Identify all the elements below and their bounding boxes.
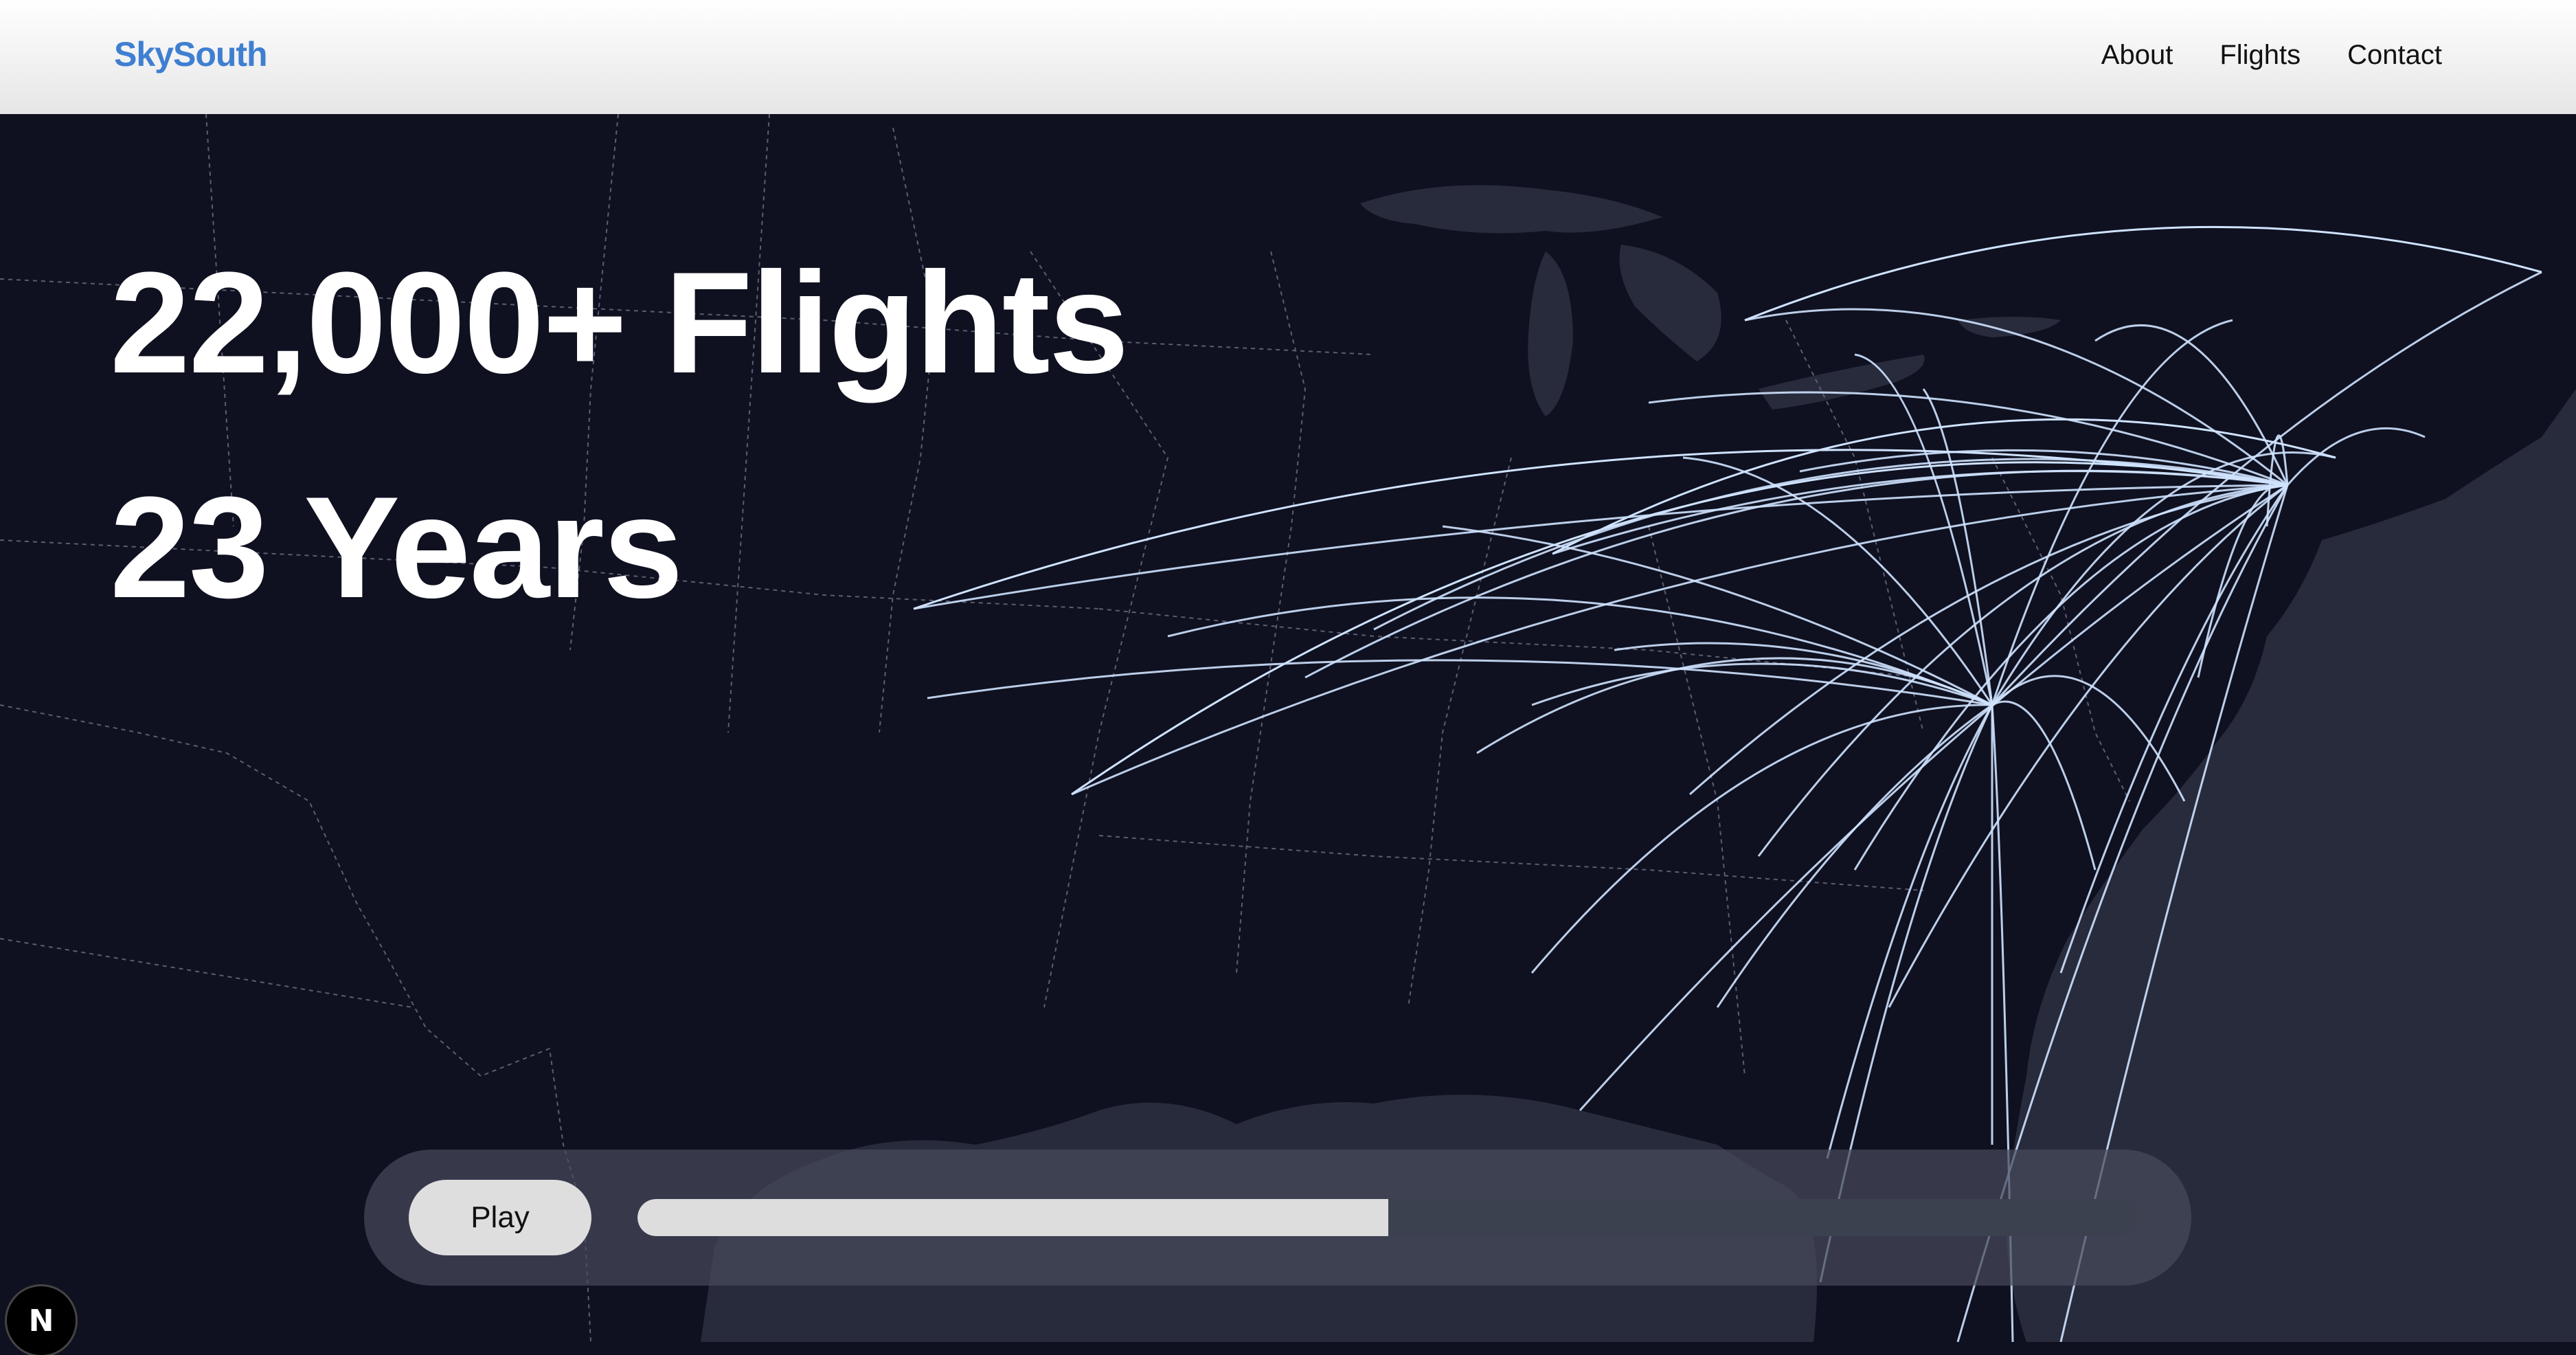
nav-link-about[interactable]: About [2101, 40, 2173, 71]
play-button[interactable]: Play [409, 1180, 591, 1255]
timeline-progress-bar[interactable] [637, 1199, 2138, 1236]
nav-links: About Flights Contact [2101, 40, 2442, 71]
flights-stat-heading: 22,000+ Flights [110, 242, 1129, 403]
brand-logo[interactable]: SkySouth [114, 34, 268, 74]
nextjs-icon-letter: N [28, 1303, 54, 1339]
years-stat-heading: 23 Years [110, 467, 683, 628]
playback-controls: Play [364, 1150, 2191, 1286]
nextjs-icon[interactable]: N [7, 1286, 76, 1355]
nav-link-contact[interactable]: Contact [2347, 40, 2442, 71]
nav-link-flights[interactable]: Flights [2219, 40, 2301, 71]
timeline-progress-fill [637, 1199, 1388, 1236]
top-navbar: SkySouth About Flights Contact [0, 0, 2576, 114]
